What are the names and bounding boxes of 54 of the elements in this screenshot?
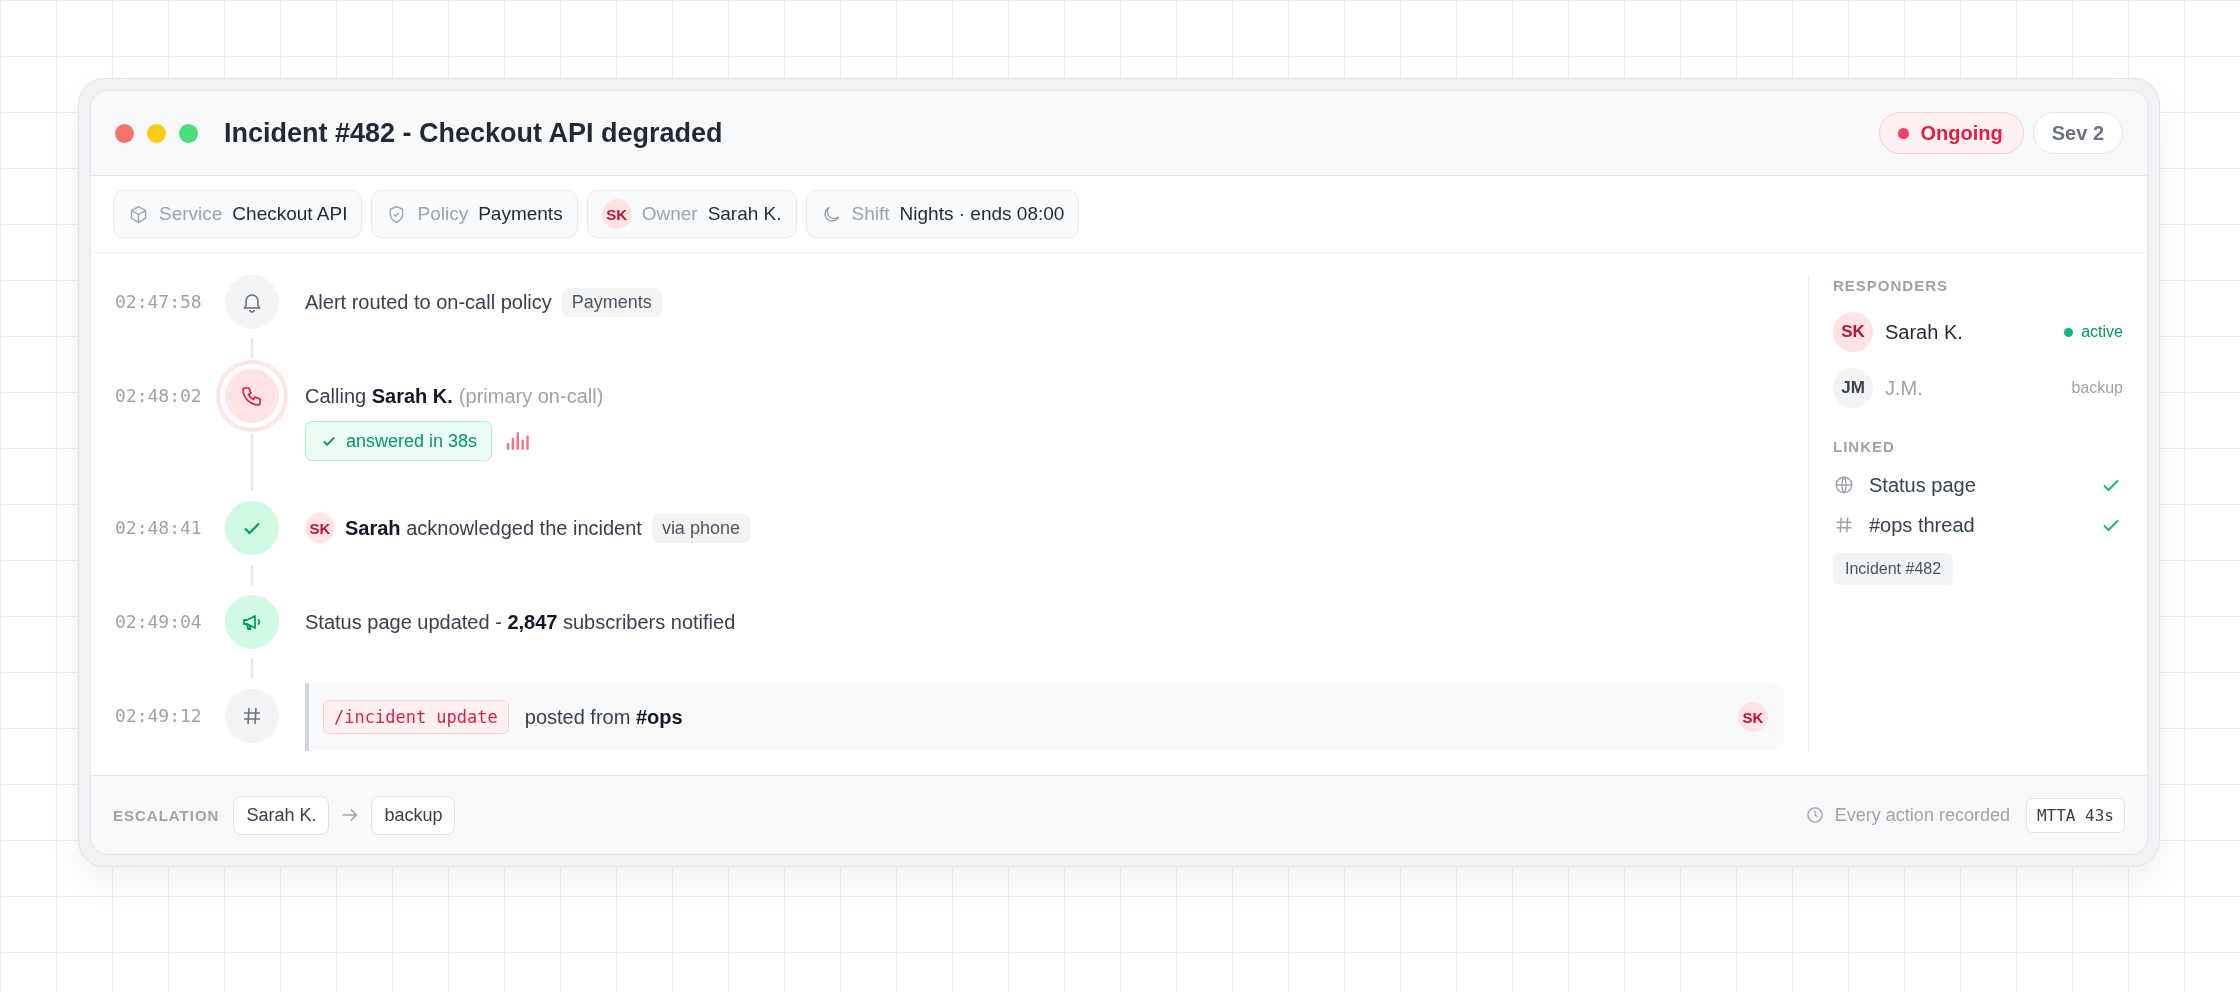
chip-label: Shift (851, 203, 890, 225)
escalation-label: ESCALATION (113, 806, 220, 824)
severity-badge: Sev 2 (2032, 112, 2123, 154)
chip-value: Checkout API (232, 203, 348, 225)
responder-name: J.M. (1885, 376, 1923, 400)
window-title: Incident #482 - Checkout API degraded (224, 117, 723, 149)
responder-status: active (2081, 323, 2123, 341)
responder-status: backup (2071, 379, 2123, 397)
escalation-step: backup (371, 795, 456, 835)
event-tag: via phone (651, 513, 750, 543)
chip-label: Owner (641, 203, 698, 225)
event-time: 02:48:02 (115, 384, 203, 408)
event-text: Status page updated - 2,847 subscribers notified (305, 610, 736, 634)
avatar-initials: SK (1738, 702, 1768, 732)
command-text: /incident update (323, 700, 509, 734)
avatar-initials: SK (305, 513, 335, 543)
incident-tag: Incident #482 (1833, 553, 1954, 585)
event-text: Sarah acknowledged the incident (345, 516, 642, 540)
chip-value: Nights · ends 08:00 (899, 203, 1065, 225)
chip-value: Sarah K. (707, 203, 782, 225)
avatar-initials: SK (1833, 312, 1873, 352)
event-text: posted from #ops (524, 705, 683, 729)
cube-icon (128, 203, 149, 225)
event-time: 02:48:41 (115, 516, 203, 540)
responder-name: Sarah K. (1885, 320, 1963, 344)
event-text: Alert routed to on-call policy (305, 290, 552, 314)
clock-icon (1804, 805, 1825, 825)
event-text: Calling Sarah K. (305, 384, 453, 408)
linked-item[interactable]: #ops thread (1869, 513, 1975, 537)
close-icon[interactable] (115, 123, 134, 143)
event-time: 02:47:58 (115, 290, 203, 314)
badge-text: answered in 38s (346, 430, 478, 452)
escalation-step: Sarah K. (233, 795, 330, 835)
event-tag: Payments (561, 287, 662, 317)
avatar-initials: JM (1833, 368, 1873, 408)
status-dot (2064, 327, 2074, 337)
chip-label: Policy (417, 203, 469, 225)
avatar-initials: SK (601, 199, 632, 229)
globe-icon (1833, 474, 1855, 496)
check-icon (225, 501, 279, 555)
minimize-icon[interactable] (147, 123, 166, 143)
section-heading: LINKED (1833, 438, 1896, 455)
section-heading: RESPONDERS (1833, 277, 1950, 294)
event-time: 02:49:04 (115, 610, 203, 634)
mtta-badge: MTTA 43s (2025, 797, 2125, 833)
maximize-icon[interactable] (179, 123, 198, 143)
footer-note: Every action recorded (1834, 804, 2010, 826)
chip-label: Service (159, 203, 223, 225)
linked-item[interactable]: Status page (1869, 473, 1976, 497)
status-badge: Ongoing (1878, 112, 2024, 154)
event-note: (primary on-call) (458, 384, 604, 408)
chip-value: Payments (478, 203, 563, 225)
megaphone-icon (225, 595, 279, 649)
event-time: 02:49:12 (115, 704, 203, 728)
